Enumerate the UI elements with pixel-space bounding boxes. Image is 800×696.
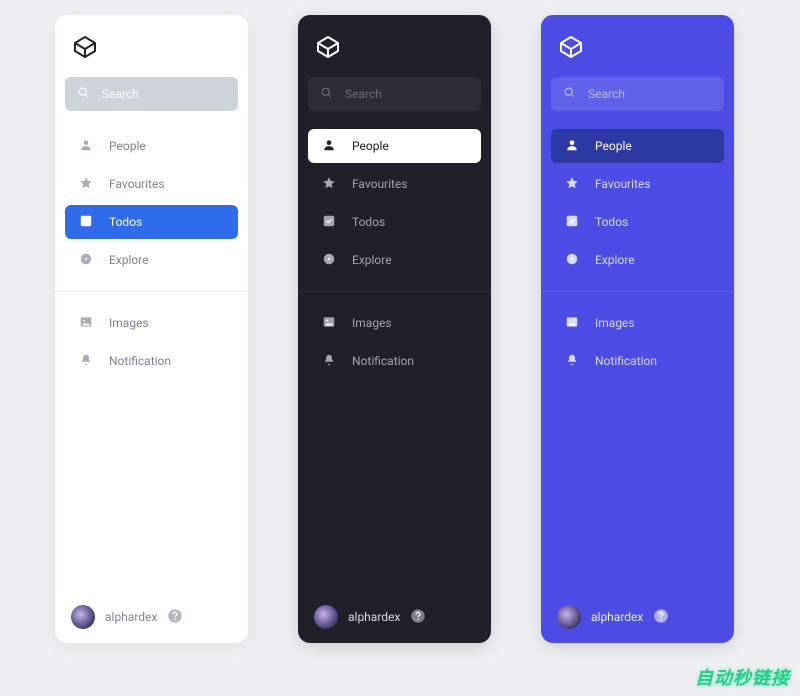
nav-label: People [109,139,146,153]
help-icon[interactable] [167,608,183,627]
bell-icon [79,353,93,370]
image-icon [79,315,93,332]
search-icon [563,86,576,102]
nav-primary: People Favourites Todos Explore [55,127,248,279]
nav-label: Favourites [109,177,165,191]
person-icon [322,138,336,155]
nav-todos[interactable]: Todos [551,205,724,239]
nav-secondary: Images Notification [298,304,491,380]
nav-primary: People Favourites Todos Explore [298,127,491,279]
divider [541,291,734,292]
footer: alphardex [55,605,248,629]
nav-explore[interactable]: Explore [308,243,481,277]
compass-icon [322,252,336,269]
nav-notification[interactable]: Notification [551,344,724,378]
nav-people[interactable]: People [551,129,724,163]
nav-label: Favourites [595,177,651,191]
nav-favourites[interactable]: Favourites [551,167,724,201]
bell-icon [322,353,336,370]
avatar[interactable] [314,605,338,629]
help-icon[interactable] [410,608,426,627]
checkbox-icon [565,214,579,231]
nav-label: Notification [109,354,171,368]
image-icon [322,315,336,332]
bell-icon [565,353,579,370]
footer: alphardex [298,605,491,629]
nav-secondary: Images Notification [541,304,734,380]
nav-images[interactable]: Images [308,306,481,340]
divider [298,291,491,292]
search-input[interactable]: Search [65,77,238,111]
search-placeholder: Search [102,87,139,101]
nav-label: People [352,139,389,153]
nav-todos[interactable]: Todos [65,205,238,239]
nav-label: Favourites [352,177,408,191]
search-placeholder: Search [588,87,625,101]
person-icon [79,138,93,155]
username: alphardex [591,610,643,624]
nav-primary: People Favourites Todos Explore [541,127,734,279]
compass-icon [565,252,579,269]
star-icon [322,176,336,193]
compass-icon [79,252,93,269]
search-icon [77,86,90,102]
nav-label: Explore [595,253,635,267]
nav-label: Notification [595,354,657,368]
nav-label: Images [352,316,392,330]
help-icon[interactable] [653,608,669,627]
nav-label: Notification [352,354,414,368]
search-input[interactable]: Search [551,77,724,111]
nav-label: Todos [595,215,628,229]
sidebar-light: Search People Favourites Todos Explore I… [55,15,248,643]
nav-label: People [595,139,632,153]
avatar[interactable] [71,605,95,629]
nav-favourites[interactable]: Favourites [65,167,238,201]
logo-icon[interactable] [73,35,97,59]
username: alphardex [348,610,400,624]
nav-people[interactable]: People [65,129,238,163]
search-input[interactable]: Search [308,77,481,111]
footer: alphardex [541,605,734,629]
nav-label: Images [595,316,635,330]
star-icon [79,176,93,193]
logo-icon[interactable] [316,35,340,59]
nav-images[interactable]: Images [551,306,724,340]
checkbox-icon [79,214,93,231]
sidebar-blue: Search People Favourites Todos Explore I… [541,15,734,643]
image-icon [565,315,579,332]
username: alphardex [105,610,157,624]
star-icon [565,176,579,193]
nav-explore[interactable]: Explore [65,243,238,277]
person-icon [565,138,579,155]
watermark-text: 自动秒链接 [695,664,790,690]
nav-label: Explore [352,253,392,267]
checkbox-icon [322,214,336,231]
divider [55,291,248,292]
avatar[interactable] [557,605,581,629]
nav-notification[interactable]: Notification [65,344,238,378]
nav-notification[interactable]: Notification [308,344,481,378]
nav-label: Todos [109,215,142,229]
search-placeholder: Search [345,87,382,101]
nav-favourites[interactable]: Favourites [308,167,481,201]
nav-label: Todos [352,215,385,229]
nav-secondary: Images Notification [55,304,248,380]
nav-explore[interactable]: Explore [551,243,724,277]
nav-images[interactable]: Images [65,306,238,340]
nav-todos[interactable]: Todos [308,205,481,239]
nav-label: Images [109,316,149,330]
search-icon [320,86,333,102]
logo-icon[interactable] [559,35,583,59]
nav-people[interactable]: People [308,129,481,163]
nav-label: Explore [109,253,149,267]
sidebar-dark: Search People Favourites Todos Explore I… [298,15,491,643]
